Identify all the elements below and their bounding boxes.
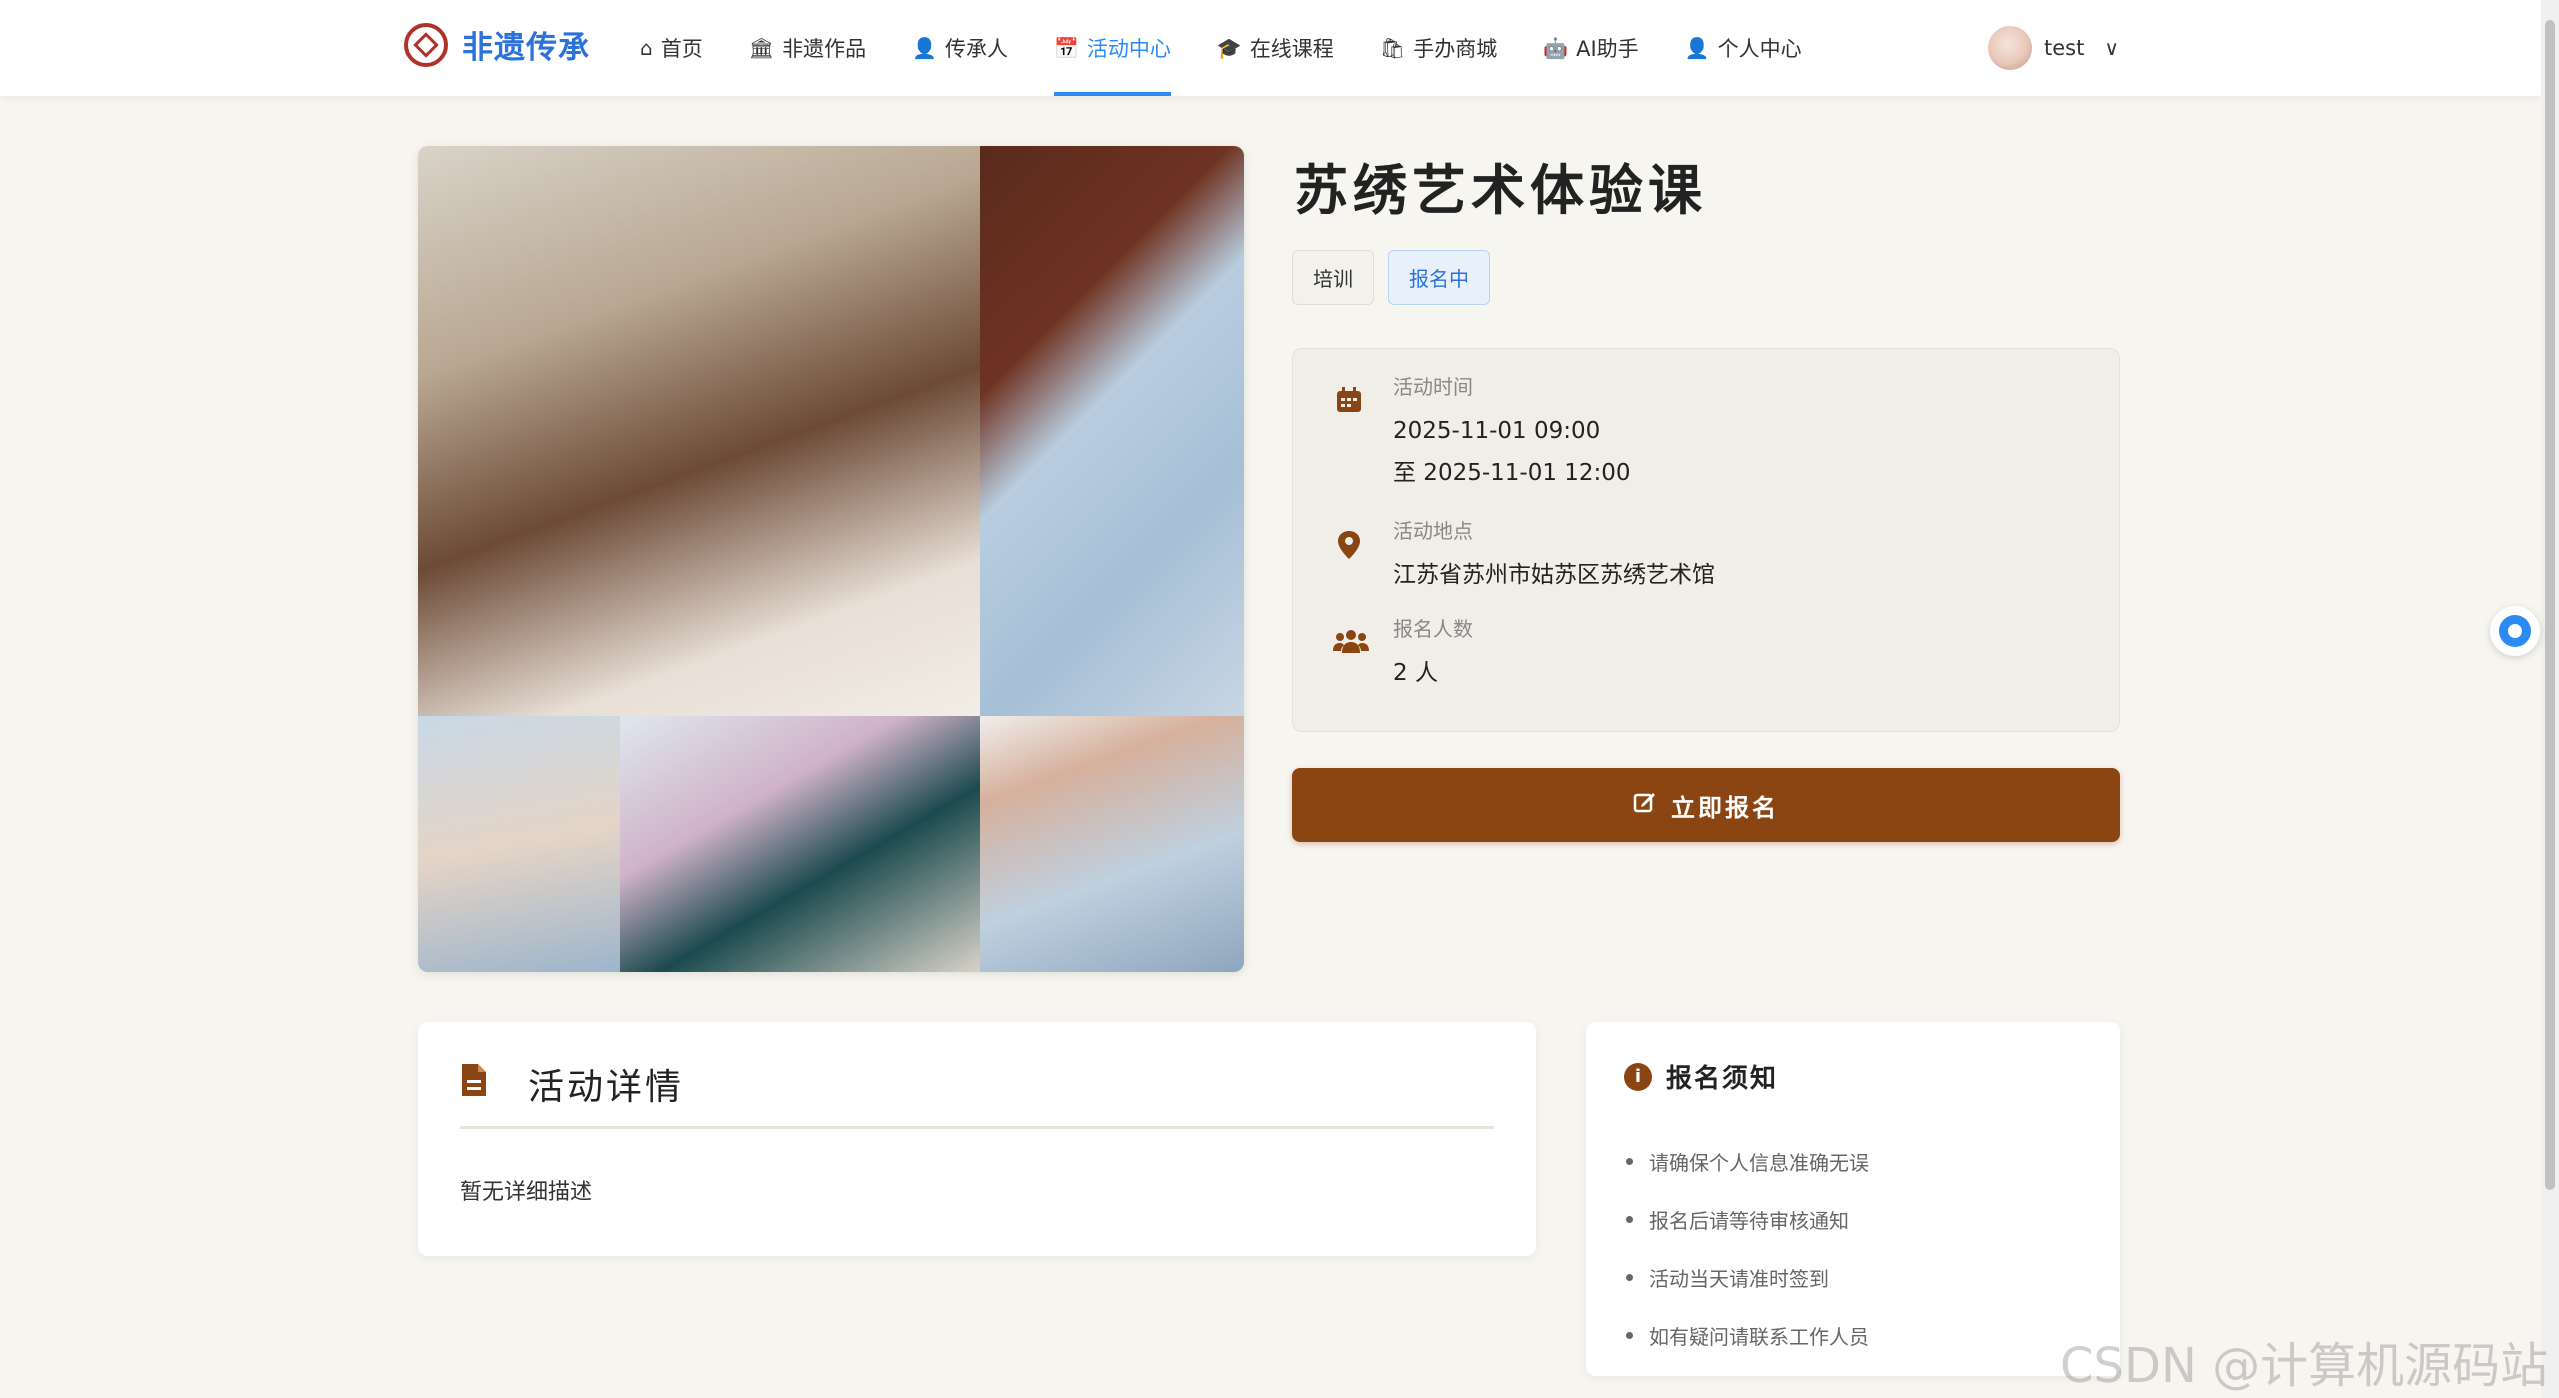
count-label: 报名人数	[1393, 617, 1473, 641]
robot-icon: 🤖	[1543, 36, 1569, 60]
photo-embroidery-hoop	[620, 716, 980, 972]
nav-item-label: 传承人	[945, 37, 1008, 61]
list-item: 报名后请等待审核通知	[1626, 1190, 1869, 1248]
time-start: 2025-11-01 09:00	[1393, 418, 1601, 444]
top-navbar: 非遗传承 ⌂ 首页 🏛 非遗作品 👤 传承人 📅 活动中心 🎓 在线课程 🛍 手…	[0, 0, 2541, 96]
info-location: 活动地点 江苏省苏州市姑苏区苏绣艺术馆	[1333, 515, 1715, 596]
photo-stitching	[980, 716, 1244, 972]
home-icon: ⌂	[640, 36, 653, 60]
edit-icon	[1633, 790, 1657, 820]
nav-item-label: 首页	[660, 37, 703, 61]
chat-bubble-icon	[2499, 615, 2531, 647]
document-icon	[460, 1062, 488, 1107]
nav-item-label: 手办商城	[1413, 37, 1498, 61]
location-value: 江苏省苏州市姑苏区苏绣艺术馆	[1393, 562, 1715, 588]
notice-title: 报名须知	[1666, 1064, 1779, 1094]
detail-header: 活动详情	[460, 1058, 684, 1110]
chevron-down-icon: ∨	[2104, 36, 2119, 60]
scrollbar-thumb[interactable]	[2545, 20, 2555, 1190]
activity-detail-card: 活动详情 暂无详细描述	[418, 1022, 1536, 1256]
nav-item-works[interactable]: 🏛 非遗作品	[749, 0, 866, 96]
bullet-icon	[1626, 1273, 1633, 1281]
photo-hand-sketching	[418, 716, 620, 972]
nav-item-activities[interactable]: 📅 活动中心	[1054, 0, 1171, 96]
nav-item-shop[interactable]: 🛍 手办商城	[1380, 0, 1497, 96]
nav-item-inheritors[interactable]: 👤 传承人	[912, 0, 1008, 96]
info-count: 报名人数 2 人	[1333, 613, 1473, 694]
detail-body: 暂无详细描述	[460, 1180, 593, 1205]
watermark: CSDN @计算机源码站	[2060, 1338, 2549, 1394]
bullet-icon	[1626, 1215, 1633, 1223]
user-icon: 👤	[912, 36, 937, 60]
photo-workshop-table	[418, 146, 980, 716]
username: test	[2044, 36, 2085, 60]
time-label: 活动时间	[1393, 375, 1473, 399]
nav-item-label: 个人中心	[1717, 37, 1802, 61]
museum-icon: 🏛	[748, 36, 775, 60]
main-menu: ⌂ 首页 🏛 非遗作品 👤 传承人 📅 活动中心 🎓 在线课程 🛍 手办商城 🤖…	[640, 0, 1848, 96]
photo-embroidered-cushion	[980, 146, 1244, 716]
location-label: 活动地点	[1393, 519, 1473, 543]
nav-item-courses[interactable]: 🎓 在线课程	[1217, 0, 1334, 96]
status-badge: 报名中	[1388, 250, 1490, 305]
info-icon: i	[1624, 1062, 1652, 1091]
nav-item-label: AI助手	[1576, 37, 1639, 61]
nav-item-home[interactable]: ⌂ 首页	[640, 0, 703, 96]
map-pin-icon	[1333, 529, 1365, 561]
activity-title: 苏绣艺术体验课	[1294, 158, 1707, 222]
count-value: 2 人	[1393, 660, 1438, 686]
page-scrollbar[interactable]	[2541, 0, 2559, 1398]
activity-photo-collage	[418, 146, 1244, 972]
site-logo[interactable]: 非遗传承	[404, 22, 590, 67]
bullet-icon	[1626, 1157, 1633, 1165]
brand-name: 非遗传承	[462, 30, 590, 66]
logo-emblem-icon	[404, 22, 448, 67]
nav-item-profile[interactable]: 👤 个人中心	[1685, 0, 1802, 96]
nav-item-ai[interactable]: 🤖 AI助手	[1543, 0, 1638, 96]
time-end: 至 2025-11-01 12:00	[1393, 460, 1631, 486]
list-item: 活动当天请准时签到	[1626, 1248, 1869, 1306]
calendar-icon: 📅	[1054, 36, 1079, 60]
avatar	[1988, 26, 2032, 70]
graduation-cap-icon: 🎓	[1216, 36, 1242, 60]
list-item: 如有疑问请联系工作人员	[1626, 1306, 1869, 1364]
shopping-bag-icon: 🛍	[1379, 36, 1406, 60]
list-item: 请确保个人信息准确无误	[1626, 1132, 1869, 1190]
floating-chat-button[interactable]	[2490, 606, 2540, 656]
nav-item-label: 在线课程	[1249, 37, 1334, 61]
divider	[460, 1126, 1494, 1129]
users-icon	[1333, 627, 1369, 659]
calendar-icon	[1333, 385, 1365, 417]
signup-notice-card: i 报名须知 请确保个人信息准确无误 报名后请等待审核通知 活动当天请准时签到 …	[1586, 1022, 2120, 1376]
signup-label: 立即报名	[1671, 793, 1779, 822]
person-icon: 👤	[1684, 36, 1710, 60]
bullet-icon	[1626, 1331, 1633, 1339]
activity-tags: 培训 报名中	[1292, 250, 1490, 305]
signup-button[interactable]: 立即报名	[1292, 768, 2120, 842]
activity-info-card: 活动时间 2025-11-01 09:00 至 2025-11-01 12:00…	[1292, 348, 2120, 732]
nav-item-label: 非遗作品	[782, 37, 867, 61]
notice-header: i 报名须知	[1624, 1058, 1778, 1095]
nav-item-label: 活动中心	[1086, 37, 1171, 61]
category-tag: 培训	[1292, 250, 1374, 305]
notice-list: 请确保个人信息准确无误 报名后请等待审核通知 活动当天请准时签到 如有疑问请联系…	[1626, 1132, 1869, 1364]
info-time: 活动时间 2025-11-01 09:00 至 2025-11-01 12:00	[1333, 371, 1631, 494]
user-menu[interactable]: test ∨	[1988, 26, 2119, 70]
detail-title: 活动详情	[528, 1067, 685, 1108]
